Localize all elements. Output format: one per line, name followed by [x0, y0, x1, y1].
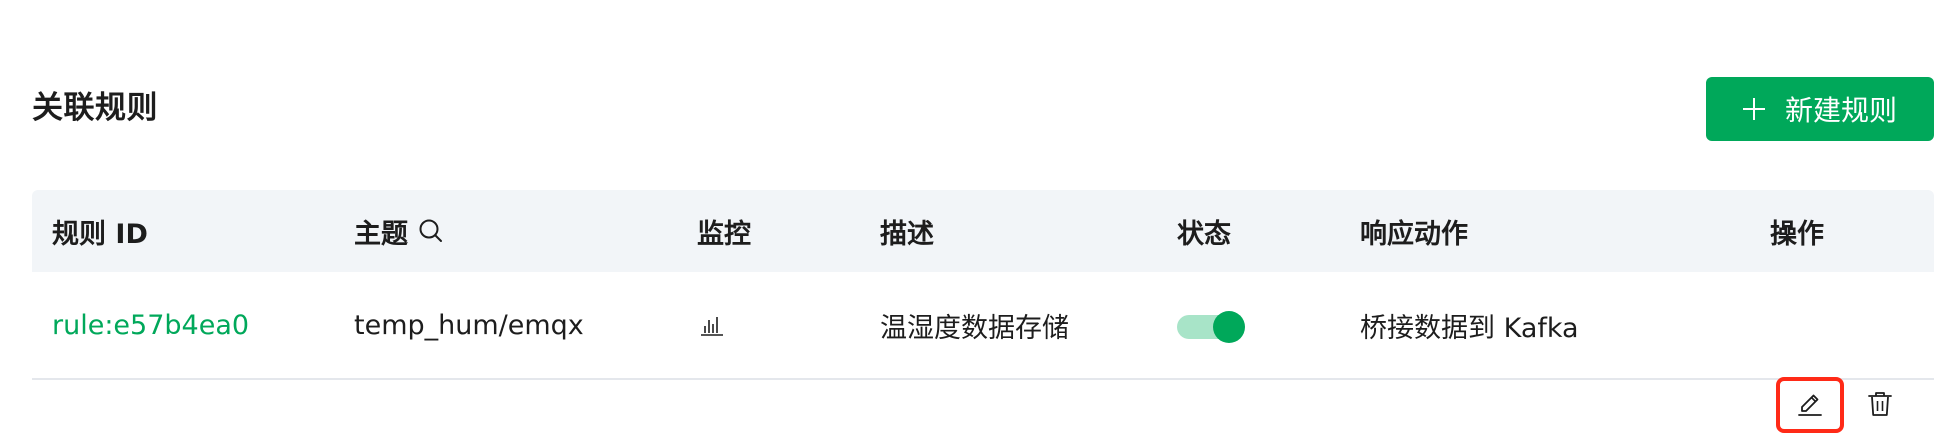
bar-chart-icon[interactable]	[698, 311, 726, 339]
header-topic: 主题	[354, 190, 444, 272]
response-action-cell: 桥接数据到 Kafka	[1360, 312, 1579, 344]
rules-table: 规则 ID 主题 监控 描述 状态 响应动作 操作 rule:e57b4ea0 …	[32, 190, 1934, 433]
search-icon[interactable]	[418, 218, 444, 244]
rule-id-cell: rule:e57b4ea0	[52, 272, 249, 378]
toggle-knob	[1213, 311, 1245, 343]
header-status: 状态	[1177, 218, 1231, 250]
add-rule-button-label: 新建规则	[1784, 94, 1897, 127]
table-header-row: 规则 ID 主题 监控 描述 状态 响应动作 操作	[32, 190, 1934, 272]
rule-id-link[interactable]: rule:e57b4ea0	[52, 310, 249, 341]
monitor-cell	[698, 272, 726, 378]
add-rule-button[interactable]: 新建规则	[1706, 77, 1934, 141]
header-rule-id: 规则 ID	[52, 218, 148, 250]
topic-cell: temp_hum/emqx	[354, 309, 584, 341]
status-cell	[1177, 272, 1245, 378]
header-description: 描述	[880, 218, 934, 250]
plus-icon	[1742, 98, 1765, 120]
table-row: rule:e57b4ea0 temp_hum/emqx 温湿度数据存储 桥接数据…	[32, 272, 1934, 433]
edit-button[interactable]	[1776, 377, 1844, 433]
trash-icon	[1865, 389, 1895, 419]
edit-pencil-icon	[1795, 390, 1825, 420]
header-response-action: 响应动作	[1360, 218, 1468, 250]
header-monitor: 监控	[697, 218, 751, 250]
section-title: 关联规则	[32, 90, 158, 126]
delete-button[interactable]	[1860, 382, 1900, 426]
header-operation: 操作	[1770, 218, 1824, 250]
description-cell: 温湿度数据存储	[880, 312, 1069, 344]
header-topic-label: 主题	[354, 218, 408, 250]
status-toggle[interactable]	[1177, 311, 1245, 343]
